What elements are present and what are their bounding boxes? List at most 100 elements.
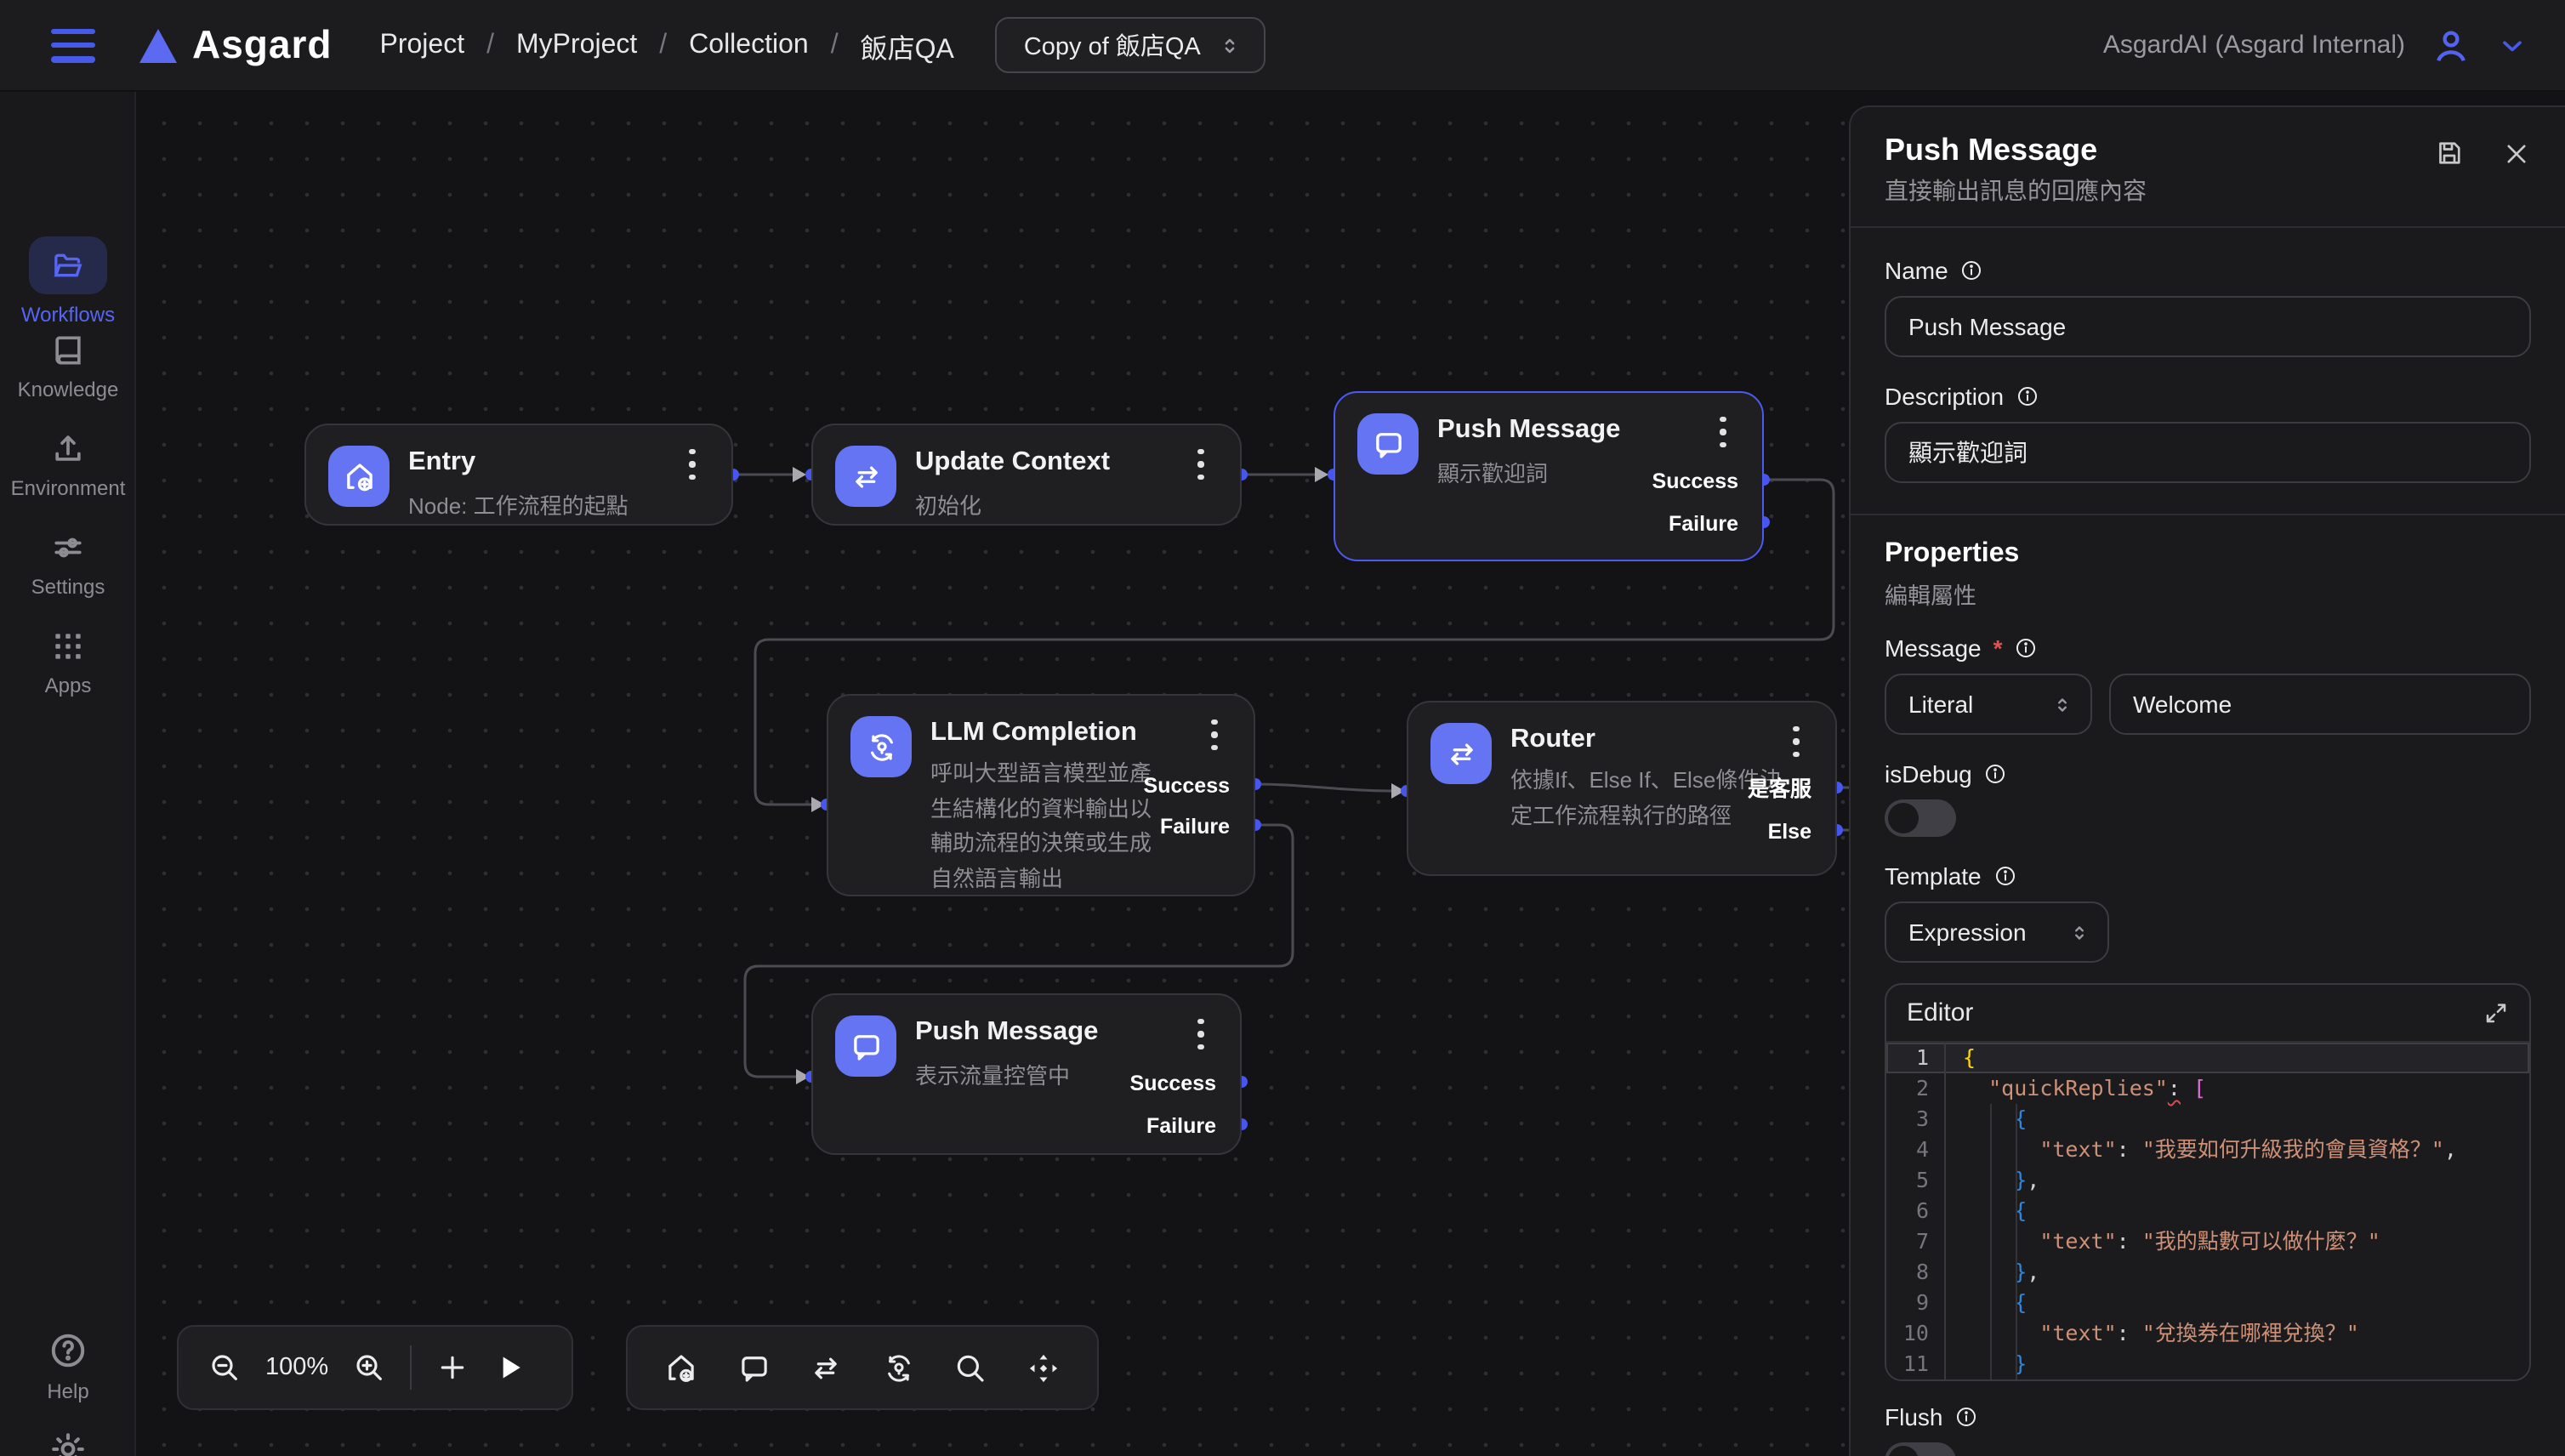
port-failure[interactable]: Failure	[1160, 815, 1230, 839]
breadcrumb-myproject[interactable]: MyProject	[516, 30, 637, 60]
node-entry[interactable]: Entry Node: 工作流程的起點	[304, 424, 733, 526]
info-icon	[2015, 636, 2039, 660]
zoom-level[interactable]: 100%	[265, 1354, 328, 1381]
port-success[interactable]: Success	[1144, 774, 1230, 798]
zoom-in-icon[interactable]	[352, 1351, 386, 1385]
zoom-out-icon[interactable]	[208, 1351, 242, 1385]
breadcrumb-workflow[interactable]: 飯店QA	[861, 25, 954, 65]
node-push-message-top[interactable]: Push Message 顯示歡迎詞 Success Failure	[1334, 391, 1764, 561]
palette-llm-icon[interactable]	[880, 1350, 916, 1385]
node-subtitle: 初始化	[915, 488, 981, 520]
book-icon	[49, 332, 87, 369]
editor-title: Editor	[1907, 998, 1973, 1027]
description-input[interactable]	[1885, 422, 2531, 483]
breadcrumb-project[interactable]: Project	[380, 30, 465, 60]
port-success[interactable]: Success	[1652, 469, 1738, 493]
run-workflow-icon[interactable]	[493, 1351, 527, 1385]
menu-icon[interactable]	[51, 28, 95, 62]
close-icon[interactable]	[2502, 138, 2531, 168]
message-type-select[interactable]: Literal	[1885, 674, 2092, 735]
port-failure[interactable]: Failure	[1669, 512, 1738, 536]
node-update-context[interactable]: Update Context 初始化	[811, 424, 1242, 526]
save-icon[interactable]	[2434, 138, 2465, 168]
name-input[interactable]	[1885, 296, 2531, 357]
description-label: Description	[1885, 381, 2531, 412]
info-icon	[1954, 1405, 1978, 1429]
template-label: Template	[1885, 861, 2531, 891]
chevrons-up-down-icon	[2068, 921, 2090, 943]
code-line: 4 "text": "我要如何升級我的會員資格？",	[1886, 1135, 2529, 1165]
code-line: 1{	[1886, 1043, 2529, 1073]
node-menu-icon[interactable]	[680, 449, 704, 480]
name-label: Name	[1885, 255, 2531, 286]
sidebar-item-knowledge[interactable]: Knowledge	[0, 332, 136, 401]
sidebar-item-settings[interactable]: Settings	[0, 529, 136, 599]
breadcrumb-collection[interactable]: Collection	[689, 30, 809, 60]
expand-icon[interactable]	[2483, 1000, 2509, 1026]
add-icon[interactable]	[435, 1351, 469, 1385]
entry-home-plus-icon	[328, 446, 390, 507]
sidebar-item-apps[interactable]: Apps	[0, 628, 136, 697]
sidebar-item-environment[interactable]: Environment	[0, 430, 136, 500]
code-line: 11 }	[1886, 1349, 2529, 1379]
palette-fit-view-icon[interactable]	[1025, 1350, 1061, 1385]
chat-bubble-icon	[1357, 413, 1419, 475]
node-title: Entry	[408, 447, 475, 478]
sidebar-item-help[interactable]: Help	[0, 1330, 136, 1403]
flush-toggle[interactable]	[1885, 1442, 1956, 1456]
port-success[interactable]: Success	[1130, 1072, 1216, 1095]
gear-icon	[48, 1429, 88, 1456]
port-else[interactable]: Else	[1768, 820, 1811, 844]
node-menu-icon[interactable]	[1203, 719, 1226, 750]
app-root: Asgard Project / MyProject / Collection …	[0, 0, 2565, 1456]
message-type-value: Literal	[1908, 691, 1973, 718]
sidebar-item-workspace[interactable]: Workspace	[0, 1429, 136, 1456]
node-title: LLM Completion	[930, 718, 1137, 748]
node-router[interactable]: Router 依據If、Else If、Else條件決定工作流程執行的路徑 是客…	[1407, 701, 1837, 876]
flush-label: Flush	[1885, 1402, 2531, 1432]
canvas-zoom-toolbar: 100%	[177, 1325, 573, 1410]
swap-arrows-icon	[835, 446, 896, 507]
node-title: Update Context	[915, 447, 1110, 478]
palette-entry-icon[interactable]	[664, 1350, 700, 1385]
properties-title: Properties	[1885, 539, 2531, 573]
node-menu-icon[interactable]	[1189, 1019, 1213, 1049]
node-subtitle: 顯示歡迎詞	[1437, 456, 1548, 488]
sidebar: Workflows Knowledge Environment Settings…	[0, 92, 136, 1456]
sidebar-label: Apps	[45, 674, 92, 697]
panel-subtitle: 直接輸出訊息的回應內容	[1885, 175, 2147, 206]
palette-search-icon[interactable]	[953, 1350, 988, 1385]
chevron-down-icon[interactable]	[2497, 30, 2528, 60]
node-menu-icon[interactable]	[1784, 726, 1808, 757]
sidebar-label: Knowledge	[18, 378, 119, 401]
node-subtitle: Node: 工作流程的起點	[408, 488, 628, 520]
editor-card: Editor 1{ 2 "quickReplies": [ 3 { 4 "tex…	[1885, 983, 2531, 1381]
workflow-version-select[interactable]: Copy of 飯店QA	[995, 17, 1265, 73]
node-title: Router	[1510, 725, 1595, 755]
node-subtitle: 表示流量控管中	[915, 1058, 1070, 1090]
code-editor[interactable]: 1{ 2 "quickReplies": [ 3 { 4 "text": "我要…	[1886, 1043, 2529, 1379]
template-select[interactable]: Expression	[1885, 901, 2109, 963]
port-is-customer-service[interactable]: 是客服	[1748, 777, 1811, 801]
port-failure[interactable]: Failure	[1146, 1114, 1216, 1138]
isdebug-toggle[interactable]	[1885, 799, 1956, 837]
header: Asgard Project / MyProject / Collection …	[0, 0, 2565, 92]
template-value: Expression	[1908, 919, 2027, 946]
required-asterisk: *	[1993, 634, 2003, 662]
node-push-message-bottom[interactable]: Push Message 表示流量控管中 Success Failure	[811, 993, 1242, 1155]
message-value-input[interactable]	[2109, 674, 2531, 735]
node-menu-icon[interactable]	[1711, 417, 1735, 447]
palette-swap-icon[interactable]	[809, 1350, 845, 1385]
sidebar-label: Help	[47, 1379, 88, 1403]
node-menu-icon[interactable]	[1189, 449, 1213, 480]
sidebar-item-workflows[interactable]: Workflows	[0, 236, 136, 327]
message-label: Message *	[1885, 633, 2531, 663]
user-icon[interactable]	[2429, 23, 2473, 67]
breadcrumb: Project / MyProject / Collection / 飯店QA	[380, 25, 954, 65]
palette-push-message-icon[interactable]	[737, 1350, 772, 1385]
isdebug-label: isDebug	[1885, 759, 2531, 789]
node-llm-completion[interactable]: LLM Completion 呼叫大型語言模型並產生結構化的資料輸出以輔助流程的…	[827, 694, 1255, 896]
info-icon	[1993, 864, 2017, 888]
code-line: 10 "text": "兌換券在哪裡兌換？"	[1886, 1318, 2529, 1349]
llm-bulb-refresh-icon	[850, 716, 912, 777]
